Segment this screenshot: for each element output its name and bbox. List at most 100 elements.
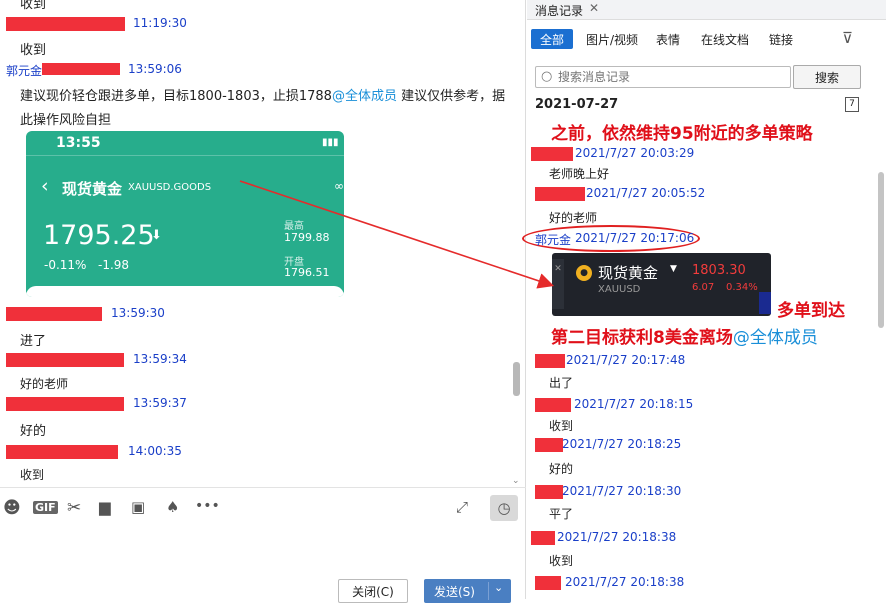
back-arrow-icon: ‹: [41, 175, 49, 197]
stock-screenshot-image[interactable]: 13:55 ▮▮▮ ‹ 现货黄金 XAUUSD.GOODS ∞ 1795.25 …: [26, 131, 344, 297]
redacted-name: [535, 484, 563, 499]
stock-change: -1.98: [98, 258, 130, 272]
redacted-name: [531, 530, 555, 545]
record-text: 收到: [549, 554, 574, 568]
stock-title: 现货黄金: [62, 180, 123, 198]
bell-icon[interactable]: ♠: [166, 498, 179, 516]
record-time: 2021/7/27 20:18:25: [562, 437, 682, 451]
message-time: 13:59:30: [111, 306, 165, 320]
input-toolbar: ☻ GIF ✂ ▆ ▣ ♠ ••• ⤢ ◷: [0, 487, 526, 527]
mention-link[interactable]: @全体成员: [733, 328, 818, 348]
message-time: 14:00:35: [128, 444, 182, 458]
message-text: 好的老师: [20, 377, 69, 391]
redacted-name: [6, 306, 102, 321]
infinity-icon: ∞: [334, 179, 344, 193]
expand-icon[interactable]: ⤢: [456, 498, 468, 516]
filter-all[interactable]: 全部: [531, 29, 573, 49]
stock-card-image[interactable]: ✕ ● 现货黄金 ▼ XAUUSD 1803.30 6.07 0.34%: [552, 253, 771, 316]
more-icon[interactable]: •••: [195, 498, 220, 514]
record-time: 2021/7/27 20:05:52: [586, 186, 706, 200]
date-header: 2021-07-27: [535, 97, 619, 112]
redacted-name: [535, 575, 561, 590]
redacted-name: [6, 352, 124, 367]
message-text: 建议现价轻仓跟进多单，目标1800-1803，止损1788@全体成员 建议仅供参…: [20, 89, 506, 104]
record-time: 2021/7/27 20:18:30: [562, 484, 682, 498]
calendar-icon[interactable]: 7: [845, 97, 859, 112]
search-icon: ○: [541, 69, 553, 84]
clock-text: 13:55: [56, 135, 101, 151]
redacted-name: [6, 444, 118, 459]
search-input[interactable]: [558, 69, 786, 85]
scroll-down-icon[interactable]: ⌄: [512, 476, 520, 486]
signal-icon: ▮▮▮: [322, 137, 339, 148]
sender-name[interactable]: 郭元金: [535, 231, 571, 248]
gold-coin-icon: ●: [576, 265, 592, 281]
search-button[interactable]: 搜索: [793, 65, 861, 89]
chevron-down-icon[interactable]: ⌄: [494, 581, 503, 594]
chat-pane: 收到 11:19:30 收到 郭元金 13:59:06 建议现价轻仓跟进多单，目…: [0, 0, 526, 603]
scrollbar-thumb[interactable]: [513, 362, 520, 396]
scrollbar-thumb[interactable]: [878, 172, 884, 328]
message-text: 收到: [20, 43, 47, 58]
record-time: 2021/7/27 20:18:38: [565, 575, 685, 589]
close-icon: ✕: [552, 259, 564, 309]
message-text: 好的: [20, 424, 47, 439]
record-text: 好的: [549, 462, 574, 476]
redacted-name: [535, 186, 585, 201]
message-text: 进了: [20, 334, 47, 349]
message-time: 13:59:37: [133, 396, 187, 410]
close-icon[interactable]: ✕: [589, 1, 599, 15]
filter-emoji[interactable]: 表情: [652, 29, 684, 49]
redacted-name: [42, 63, 120, 75]
history-clock-icon[interactable]: ◷: [490, 495, 518, 521]
emoji-icon[interactable]: ☻: [3, 498, 21, 518]
record-time: 2021/7/27 20:18:38: [557, 530, 677, 544]
sender-name[interactable]: 郭元金: [6, 64, 42, 78]
redacted-name: [535, 397, 571, 412]
filter-icon[interactable]: ⊽: [842, 29, 853, 47]
message-header: [6, 306, 102, 321]
redacted-name: [535, 353, 565, 368]
redacted-name: [535, 437, 563, 452]
image-icon[interactable]: ▣: [131, 498, 145, 516]
send-button[interactable]: 发送(S) ⌄: [424, 579, 511, 603]
down-arrow-icon: ⬇: [151, 228, 162, 243]
stock-change-pct: 0.34%: [726, 282, 758, 293]
message-text: 此操作风险自担: [20, 113, 112, 128]
message-header: [6, 16, 125, 31]
stock-change-pct: -0.11%: [44, 258, 87, 272]
record-text: 老师晚上好: [549, 167, 610, 181]
message-time: 13:59:06: [128, 62, 182, 76]
filter-media[interactable]: 图片/视频: [582, 29, 642, 49]
message-header: 郭元金: [6, 62, 120, 78]
message-time: 13:59:34: [133, 352, 187, 366]
annotation-text: 之前，依然维持95附近的多单策略: [551, 124, 813, 144]
marker-block: [759, 292, 771, 314]
mention-link[interactable]: @全体成员: [332, 89, 397, 104]
redacted-name: [6, 396, 124, 411]
message-header: [6, 352, 124, 367]
stock-price: 1803.30: [692, 263, 746, 278]
gif-icon[interactable]: GIF: [33, 501, 58, 514]
record-text: 好的老师: [549, 211, 598, 225]
annotation-line: 第二目标获利8美金离场@全体成员: [551, 328, 818, 348]
dropdown-icon: ▼: [670, 264, 677, 274]
message-header: [6, 444, 118, 459]
search-box: ○: [535, 66, 791, 88]
high-label: 最高: [284, 221, 304, 232]
stock-code: XAUUSD.GOODS: [128, 182, 212, 193]
message-text: 收到: [20, 0, 47, 12]
close-button[interactable]: 关闭(C): [338, 579, 408, 603]
filter-links[interactable]: 链接: [765, 29, 797, 49]
scissors-icon[interactable]: ✂: [67, 498, 81, 518]
record-time: 2021/7/27 20:17:48: [566, 353, 686, 367]
folder-icon[interactable]: ▆: [99, 498, 111, 516]
tab-message-history[interactable]: 消息记录: [535, 2, 583, 19]
record-time: 2021/7/27 20:17:06: [575, 231, 695, 245]
stock-change: 6.07: [692, 282, 715, 293]
redacted-name: [531, 146, 573, 161]
stock-price: 1795.25: [43, 220, 155, 251]
filter-docs[interactable]: 在线文档: [697, 29, 753, 49]
stock-code: XAUUSD: [598, 284, 641, 295]
history-pane: 消息记录 ✕ 全部 图片/视频 表情 在线文档 链接 ⊽ ○ 搜索 2021-0…: [522, 0, 886, 599]
